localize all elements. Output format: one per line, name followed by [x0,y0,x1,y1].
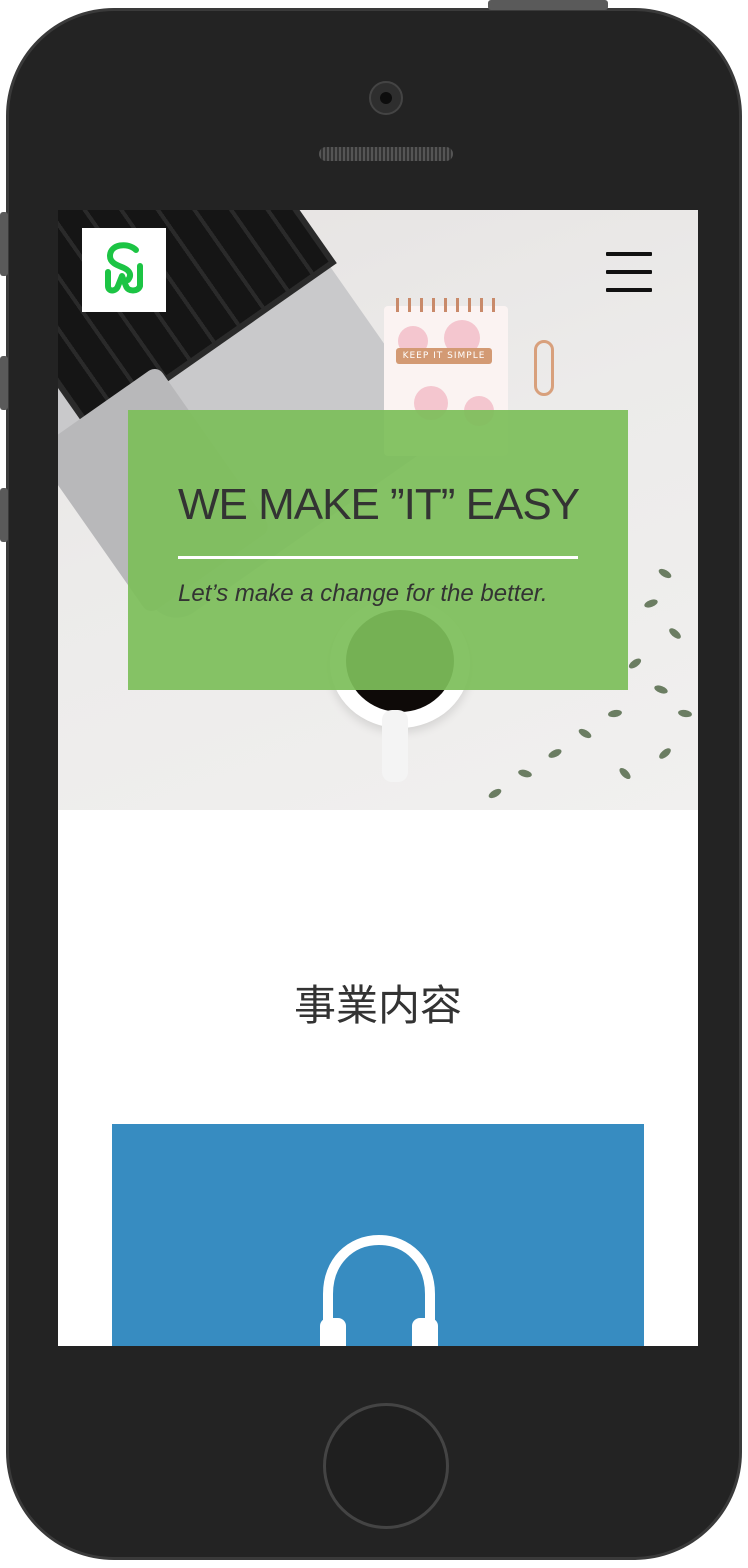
power-button[interactable] [488,0,608,10]
section-title: 事業内容 [293,981,462,1030]
mute-switch[interactable] [0,212,8,276]
site-logo[interactable] [82,228,166,312]
logo-icon [105,242,143,294]
service-card[interactable] [112,1124,644,1346]
volume-down-button[interactable] [0,488,8,542]
hero-banner: WE MAKE ”IT” EASY Let’s make a change fo… [128,410,628,690]
volume-up-button[interactable] [0,356,8,410]
hero-headline: WE MAKE ”IT” EASY [178,480,580,529]
headline-divider [178,556,578,559]
screen: KEEP IT SIMPLE WE MAKE ”IT” EASY Let’s m… [58,210,698,1346]
home-button[interactable] [323,1403,449,1529]
binder-clip-photo [534,340,554,396]
hamburger-menu-icon[interactable] [606,252,652,292]
cup-handle-photo [382,710,408,782]
hero-image: KEEP IT SIMPLE WE MAKE ”IT” EASY Let’s m… [58,210,698,810]
speaker-grille [319,147,453,161]
notepad-tag: KEEP IT SIMPLE [396,348,492,364]
hero-tagline: Let’s make a change for the better. [178,580,548,607]
headphones-icon [320,1234,438,1346]
camera-icon [369,81,403,115]
